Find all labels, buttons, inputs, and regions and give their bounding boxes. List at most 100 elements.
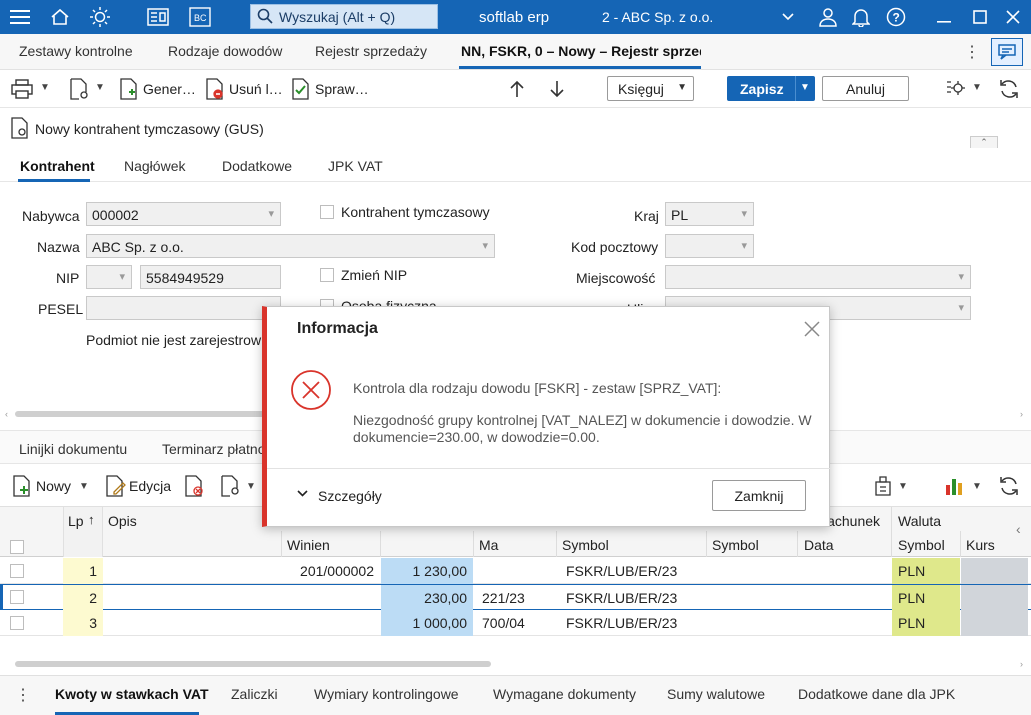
close-window-icon[interactable] <box>1001 5 1025 29</box>
select-all-checkbox[interactable] <box>10 540 24 554</box>
arrow-up-icon[interactable] <box>510 80 524 101</box>
table-row[interactable]: 3 1 000,00 700/04 FSKR/LUB/ER/23 PLN <box>0 610 1031 636</box>
row-settings-icon[interactable] <box>220 475 242 500</box>
sun-icon[interactable] <box>88 5 112 29</box>
bc-icon[interactable]: BC <box>188 5 212 29</box>
minimize-icon[interactable] <box>932 5 956 29</box>
form-scrollbar[interactable] <box>15 411 285 417</box>
tab-jpk-vat[interactable]: JPK VAT <box>328 158 383 174</box>
tab-dodatkowe[interactable]: Dodatkowe <box>222 158 292 174</box>
tab-wymagane-dokumenty[interactable]: Wymagane dokumenty <box>493 686 636 702</box>
chevron-down-icon[interactable] <box>776 5 800 29</box>
data-header[interactable]: Data <box>804 537 834 553</box>
hamburger-menu-icon[interactable] <box>8 5 32 29</box>
kurs-header[interactable]: Kurs <box>966 537 995 553</box>
tab-current-document[interactable]: NN, FSKR, 0 – Nowy – Rejestr sprzedaż <box>461 43 701 59</box>
company-selector[interactable]: 2 - ABC Sp. z o.o. <box>602 9 713 25</box>
check-icon[interactable] <box>291 78 311 103</box>
arrow-down-icon[interactable] <box>550 80 564 101</box>
document-list-icon[interactable] <box>146 5 170 29</box>
lp-header-cell[interactable]: Lp ↑ <box>63 507 103 557</box>
generate-button[interactable]: Gener… <box>143 81 196 97</box>
tab-wymiary-kontrolingowe[interactable]: Wymiary kontrolingowe <box>314 686 459 702</box>
symbol2-header[interactable]: Symbol <box>712 537 759 553</box>
maximize-icon[interactable] <box>968 5 992 29</box>
delete-line-button[interactable]: Usuń l… <box>229 81 283 97</box>
generate-icon[interactable] <box>119 78 139 103</box>
scroll-left-icon[interactable]: ‹ <box>5 409 8 419</box>
tab-naglowek[interactable]: Nagłówek <box>124 158 185 174</box>
refresh-grid-icon[interactable] <box>998 475 1020 500</box>
row-checkbox[interactable] <box>10 616 24 630</box>
waluta-header[interactable]: Waluta <box>898 513 941 529</box>
tab-zaliczki[interactable]: Zaliczki <box>231 686 278 702</box>
chevron-down-icon[interactable]: ▼ <box>79 481 89 492</box>
table-row[interactable]: 2 230,00 221/23 FSKR/LUB/ER/23 PLN <box>0 584 1031 611</box>
export-icon[interactable] <box>872 475 894 500</box>
delete-line-icon[interactable] <box>205 78 225 103</box>
symbol-header[interactable]: Symbol <box>562 537 609 553</box>
change-nip-checkbox[interactable] <box>320 268 334 282</box>
refresh-icon[interactable] <box>998 78 1020 103</box>
chevron-down-icon[interactable]: ▼ <box>95 82 105 93</box>
details-toggle[interactable]: Szczegóły <box>318 488 382 504</box>
document-settings-icon[interactable] <box>68 78 90 103</box>
grid-scrollbar[interactable] <box>15 661 491 667</box>
chevron-down-icon[interactable] <box>297 489 308 501</box>
country-field[interactable]: PL ▾ <box>665 202 754 226</box>
name-field[interactable]: ABC Sp. z o.o. ▾ <box>86 234 495 258</box>
pesel-field[interactable] <box>86 296 281 320</box>
home-icon[interactable] <box>48 5 72 29</box>
delete-row-icon[interactable] <box>184 475 206 500</box>
bell-icon[interactable] <box>849 5 873 29</box>
tab-linijki-dokumentu[interactable]: Linijki dokumentu <box>19 441 127 457</box>
scroll-right-icon[interactable]: › <box>1020 409 1023 419</box>
chevron-down-icon[interactable]: ▼ <box>972 82 982 93</box>
chevron-down-icon[interactable]: ▼ <box>40 82 50 93</box>
collapse-header-icon[interactable]: ⌃ <box>970 136 998 148</box>
new-row-button[interactable]: Nowy <box>36 478 71 494</box>
nip-prefix-field[interactable]: ▾ <box>86 265 132 289</box>
chevron-down-icon[interactable]: ▼ <box>898 481 908 492</box>
tab-terminarz-platnosci[interactable]: Terminarz płatno <box>162 441 266 457</box>
row-checkbox[interactable] <box>10 564 24 578</box>
table-row[interactable]: 1 201/000002 1 230,00 FSKR/LUB/ER/23 PLN <box>0 558 1031 584</box>
winien-header[interactable]: Winien <box>287 537 330 553</box>
check-button[interactable]: Spraw… <box>315 81 369 97</box>
waluta-symbol-header[interactable]: Symbol <box>898 537 945 553</box>
close-dialog-button[interactable]: Zamknij <box>712 480 806 511</box>
chevron-down-icon[interactable]: ▼ <box>246 481 256 492</box>
tab-sumy-walutowe[interactable]: Sumy walutowe <box>667 686 765 702</box>
chevron-down-icon[interactable]: ▼ <box>972 481 982 492</box>
ma-header[interactable]: Ma <box>479 537 498 553</box>
new-row-icon[interactable] <box>12 475 32 500</box>
row-checkbox[interactable] <box>10 590 24 604</box>
postal-code-field[interactable]: ▾ <box>665 234 754 258</box>
city-field[interactable]: ▾ <box>665 265 971 289</box>
temp-contractor-checkbox[interactable] <box>320 205 334 219</box>
tab-rejestr-sprzedazy[interactable]: Rejestr sprzedaży <box>315 43 427 59</box>
buyer-field[interactable]: 000002 ▾ <box>86 202 281 226</box>
save-button[interactable]: Zapisz ▼ <box>727 76 815 101</box>
search-input[interactable]: Wyszukaj (Alt + Q) <box>250 4 438 29</box>
edit-icon[interactable] <box>105 475 127 500</box>
dialog-close-icon[interactable] <box>803 320 821 341</box>
book-select[interactable]: Księguj ▼ <box>607 76 694 101</box>
tab-zestawy-kontrolne[interactable]: Zestawy kontrolne <box>19 43 133 59</box>
chevron-down-icon[interactable]: ▼ <box>800 82 810 93</box>
more-options-icon[interactable]: ⋮ <box>15 685 31 705</box>
user-icon[interactable] <box>816 5 840 29</box>
nip-field[interactable]: 5584949529 <box>140 265 281 289</box>
cancel-button[interactable]: Anuluj <box>822 76 909 101</box>
chat-icon[interactable] <box>991 38 1023 66</box>
chevron-left-icon[interactable]: ‹ <box>1016 521 1021 537</box>
edit-button[interactable]: Edycja <box>129 478 171 494</box>
tab-dodatkowe-dane-jpk[interactable]: Dodatkowe dane dla JPK <box>798 686 955 702</box>
tab-rodzaje-dowodow[interactable]: Rodzaje dowodów <box>168 43 282 59</box>
scroll-right-icon[interactable]: › <box>1020 659 1023 669</box>
settings-gear-icon[interactable] <box>944 78 966 103</box>
tab-kwoty-vat[interactable]: Kwoty w stawkach VAT <box>55 686 209 702</box>
print-icon[interactable] <box>11 79 33 102</box>
help-icon[interactable]: ? <box>884 5 908 29</box>
tab-kontrahent[interactable]: Kontrahent <box>20 158 95 174</box>
